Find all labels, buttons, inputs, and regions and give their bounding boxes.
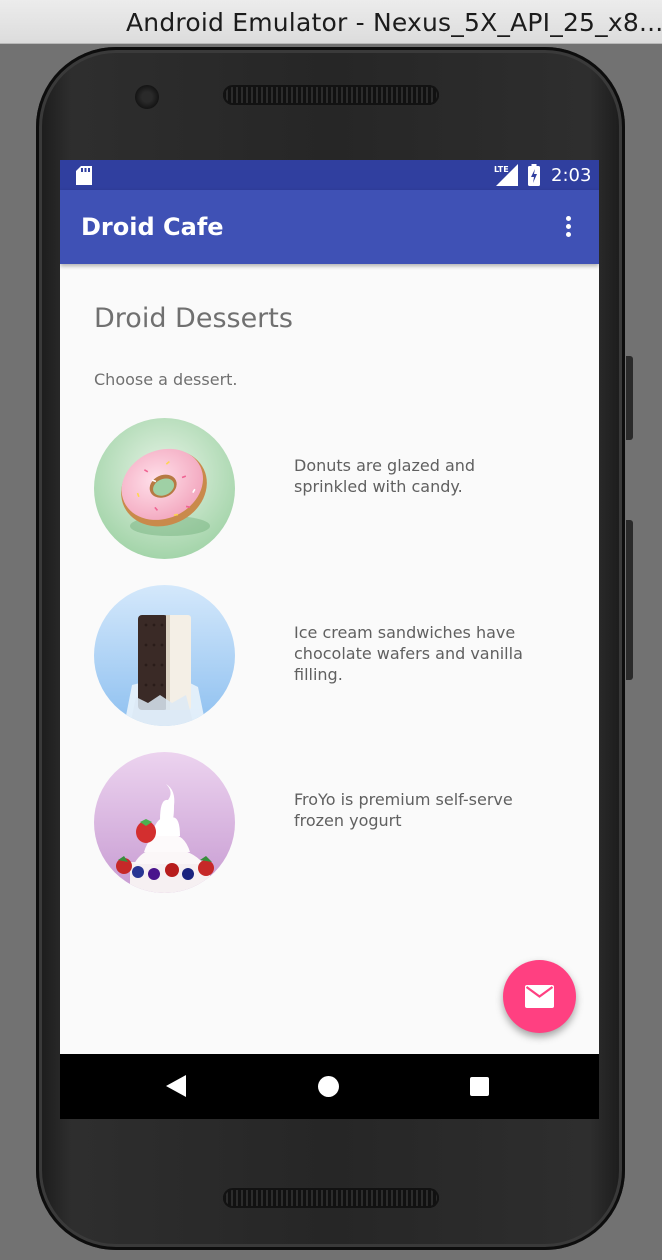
donut-image[interactable] xyxy=(94,418,235,559)
emulator-titlebar: Android Emulator - Nexus_5X_API_25_x8... xyxy=(0,0,662,44)
status-bar: LTE 2:03 xyxy=(60,160,599,190)
dessert-row-ice-cream-sandwich: Ice cream sandwiches have chocolate wafe… xyxy=(94,585,574,727)
lte-badge: LTE xyxy=(494,165,509,174)
mail-icon xyxy=(525,985,554,1012)
back-icon[interactable] xyxy=(166,1075,186,1101)
bottom-speaker-grille xyxy=(223,1188,439,1208)
emulator-window-title: Android Emulator - Nexus_5X_API_25_x8... xyxy=(126,8,662,37)
top-speaker-grille xyxy=(223,85,439,105)
page-subtitle: Choose a dessert. xyxy=(94,370,238,389)
sd-card-icon xyxy=(76,166,92,189)
froyo-image[interactable] xyxy=(94,752,235,893)
volume-button[interactable] xyxy=(626,520,633,680)
dessert-row-donut: Donuts are glazed and sprinkled with can… xyxy=(94,418,574,560)
page-heading: Droid Desserts xyxy=(94,303,293,334)
overflow-menu-icon[interactable] xyxy=(556,214,582,240)
dessert-row-froyo: FroYo is premium self-serve frozen yogur… xyxy=(94,752,574,894)
status-clock: 2:03 xyxy=(551,165,592,186)
recents-icon[interactable] xyxy=(470,1077,489,1096)
app-toolbar: Droid Cafe xyxy=(60,190,599,264)
froyo-description: FroYo is premium self-serve frozen yogur… xyxy=(294,790,513,830)
device-screen: LTE 2:03 Droid Cafe Droid Desserts Choos… xyxy=(60,160,599,1119)
ice-cream-sandwich-image[interactable] xyxy=(94,585,235,726)
system-nav-bar xyxy=(60,1054,599,1119)
lte-signal-icon: LTE xyxy=(494,164,518,190)
donut-description: Donuts are glazed and sprinkled with can… xyxy=(294,456,476,496)
battery-charging-icon xyxy=(528,164,540,190)
power-button[interactable] xyxy=(626,356,633,440)
app-title: Droid Cafe xyxy=(81,213,224,241)
home-icon[interactable] xyxy=(318,1076,339,1097)
front-camera xyxy=(135,85,159,109)
ice-cream-sandwich-description: Ice cream sandwiches have chocolate wafe… xyxy=(294,623,523,684)
fab-mail-button[interactable] xyxy=(503,960,576,1033)
